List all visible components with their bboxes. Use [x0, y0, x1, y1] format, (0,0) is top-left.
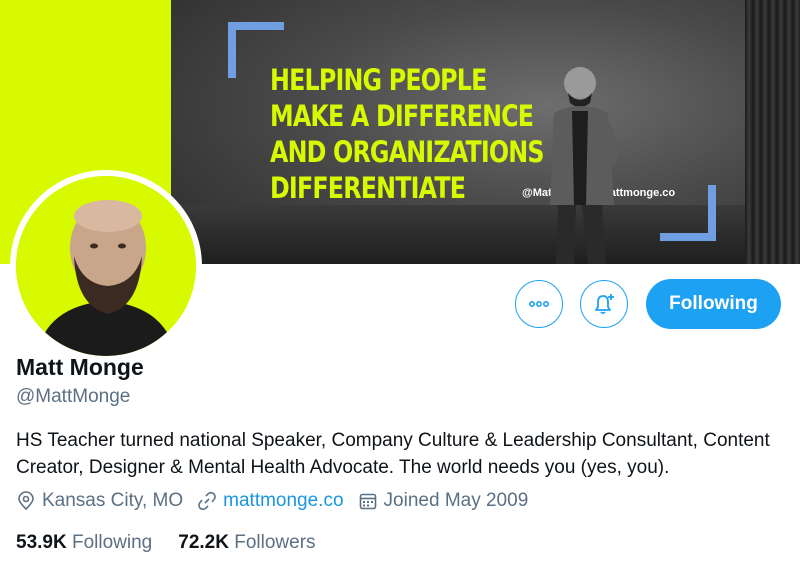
joined-text: Joined May 2009 — [383, 490, 529, 511]
followers-stat[interactable]: 72.2K Followers — [178, 532, 315, 554]
banner-headline: HELPING PEOPLE MAKE A DIFFERENCE AND ORG… — [270, 62, 545, 206]
more-button[interactable] — [515, 280, 563, 328]
profile-name: Matt Monge — [16, 354, 144, 380]
banner-headline-line: HELPING PEOPLE — [270, 63, 487, 97]
location-text: Kansas City, MO — [42, 490, 184, 511]
joined-item: Joined May 2009 — [358, 490, 529, 512]
followers-label: Followers — [234, 532, 316, 553]
more-dots-icon — [528, 301, 549, 308]
profile-meta: Kansas City, MO mattmonge.co Joined May … — [16, 490, 542, 512]
following-button[interactable]: Following — [646, 279, 781, 329]
banner-headline-line: AND ORGANIZATIONS — [270, 135, 545, 169]
avatar[interactable] — [10, 170, 202, 362]
website-link[interactable]: mattmonge.co — [223, 490, 343, 512]
banner-headline-line: MAKE A DIFFERENCE — [270, 99, 534, 133]
link-icon — [198, 491, 216, 511]
notification-bell-plus-icon — [595, 294, 614, 315]
banner-speaker-figure — [550, 67, 619, 264]
location-pin-icon — [18, 491, 34, 511]
following-stat[interactable]: 53.9K Following — [16, 532, 152, 554]
profile-handle: @MattMonge — [16, 386, 131, 407]
followers-count: 72.2K — [178, 532, 229, 553]
banner-curtain — [745, 0, 800, 264]
avatar-photo — [16, 176, 196, 356]
profile-stats: 53.9K Following 72.2K Followers — [16, 532, 342, 554]
banner-headline-line: DIFFERENTIATE — [270, 171, 466, 205]
notification-button[interactable] — [580, 280, 628, 328]
following-count: 53.9K — [16, 532, 67, 553]
avatar-person-icon — [16, 176, 196, 356]
profile-bio: HS Teacher turned national Speaker, Comp… — [16, 430, 770, 478]
location-item: Kansas City, MO — [16, 490, 183, 512]
following-label: Following — [71, 532, 153, 553]
website-item[interactable]: mattmonge.co — [197, 490, 344, 512]
calendar-icon — [359, 493, 376, 510]
